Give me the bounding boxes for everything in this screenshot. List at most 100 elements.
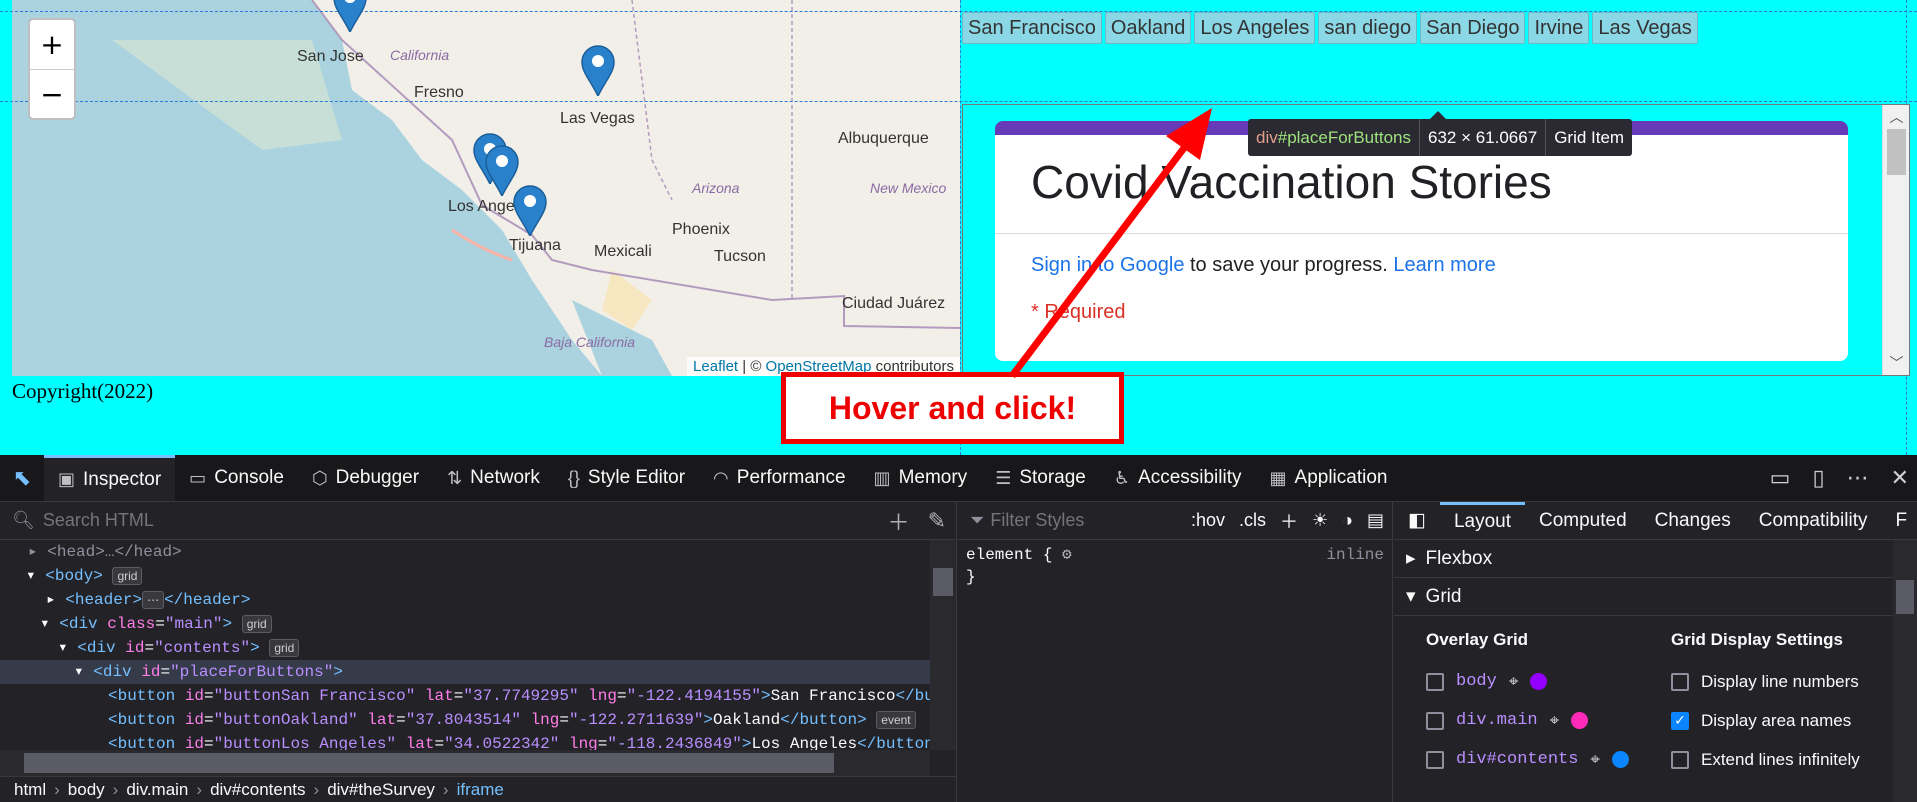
zoom-in-button[interactable]: + (30, 20, 74, 70)
breadcrumb-item[interactable]: div#theSurvey (327, 780, 435, 800)
tree-node-div-main[interactable]: ▾ <div class="main"> grid (0, 612, 930, 636)
sign-in-link[interactable]: Sign in to Google (1031, 254, 1184, 276)
grid-badge[interactable]: grid (241, 615, 272, 633)
map-label-baja-california: Baja California (544, 334, 636, 350)
breadcrumb-item-current[interactable]: iframe (457, 780, 504, 800)
crosshair-icon[interactable]: ⌖ (1590, 750, 1600, 770)
responsive-design-icon[interactable]: ▯ (1812, 465, 1824, 491)
hov-toggle[interactable]: :hov (1191, 510, 1225, 531)
settings-checkbox[interactable] (1671, 750, 1689, 769)
iframe-scrollbar[interactable]: ︿ ﹀ (1882, 105, 1909, 375)
zoom-out-button[interactable]: − (30, 70, 74, 120)
tab-storage[interactable]: ☰ Storage (981, 455, 1100, 501)
tab-console[interactable]: ▭ Console (175, 455, 298, 501)
map-label-ciudad-juarez: Ciudad Juárez (842, 295, 946, 312)
attr-value: 34.0522342 (453, 735, 550, 750)
city-button-irvine[interactable]: Irvine (1528, 12, 1590, 44)
light-scheme-icon[interactable]: ☀ (1312, 510, 1328, 531)
learn-more-link[interactable]: Learn more (1393, 254, 1495, 276)
close-icon[interactable]: ✕ (1891, 465, 1909, 491)
city-button-san-diego[interactable]: San Diego (1420, 12, 1526, 44)
city-button-san-diego-lower[interactable]: san diego (1318, 12, 1418, 44)
breadcrumb-item[interactable]: div#contents (210, 780, 305, 800)
eyedropper-icon[interactable]: ✎ (928, 508, 946, 534)
grid-badge[interactable]: grid (269, 639, 300, 657)
map-marker-icon[interactable] (512, 184, 548, 236)
overlay-checkbox[interactable] (1426, 711, 1444, 730)
leaflet-map[interactable]: + − San Jose California Fresno Las Vegas… (12, 0, 960, 376)
tree-node-head[interactable]: ▸ <head>…</head> (0, 540, 930, 564)
tab-performance[interactable]: ◠ Performance (699, 455, 860, 501)
overlay-label: div.main (1456, 711, 1538, 730)
scroll-thumb[interactable] (24, 753, 834, 773)
markup-hscrollbar[interactable] (0, 750, 930, 776)
crosshair-icon[interactable]: ⌖ (1550, 711, 1560, 731)
element-picker-icon[interactable]: ⬉ (0, 455, 44, 501)
section-flexbox[interactable]: ▸ Flexbox (1394, 540, 1917, 578)
crosshair-icon[interactable]: ⌖ (1509, 672, 1519, 692)
section-grid[interactable]: ▾ Grid (1394, 578, 1917, 616)
grid-badge[interactable]: grid (112, 567, 143, 585)
collapsed-badge[interactable]: ⋯ (142, 591, 165, 609)
print-media-icon[interactable]: ▤ (1367, 510, 1384, 531)
more-options-icon[interactable]: ⋯ (1847, 465, 1869, 491)
cls-toggle[interactable]: .cls (1239, 510, 1266, 531)
sidebar-toggle-icon[interactable]: ◧ (1394, 502, 1440, 539)
attr-value: buttonLos Angeles (223, 735, 387, 750)
tree-node-body[interactable]: ▾ <body> grid (0, 564, 930, 588)
tree-node-header[interactable]: ▸ <header> ⋯ </header> (0, 588, 930, 612)
city-button-san-francisco[interactable]: San Francisco (962, 12, 1102, 44)
color-swatch[interactable] (1612, 751, 1629, 768)
tab-inspector[interactable]: ▣ Inspector (44, 455, 176, 501)
dock-icon[interactable]: ▭ (1770, 465, 1791, 491)
overlay-checkbox[interactable] (1426, 750, 1444, 769)
tab-layout[interactable]: Layout (1439, 502, 1525, 539)
city-button-las-vegas[interactable]: Las Vegas (1592, 12, 1698, 44)
tab-accessibility[interactable]: ♿ Accessibility (1100, 455, 1256, 501)
scroll-thumb[interactable] (1887, 129, 1906, 175)
tab-style-editor[interactable]: {} Style Editor (554, 455, 699, 501)
element-rule[interactable]: element { ⚙ } inline (958, 540, 1392, 592)
markup-vscrollbar[interactable] (930, 540, 956, 750)
tab-memory[interactable]: ▥ Memory (860, 455, 982, 501)
sign-in-text: to save your progress. (1184, 254, 1394, 276)
scroll-down-icon[interactable]: ﹀ (1883, 353, 1909, 373)
tab-label: Network (470, 467, 540, 488)
scroll-thumb[interactable] (1896, 580, 1914, 614)
tab-application[interactable]: ▦ Application (1256, 455, 1402, 501)
breadcrumb-item[interactable]: div.main (126, 780, 188, 800)
tab-compatibility[interactable]: Compatibility (1745, 502, 1882, 539)
city-button-oakland[interactable]: Oakland (1104, 12, 1192, 44)
tree-node-button[interactable]: <button id="buttonSan Francisco" lat="37… (0, 684, 930, 708)
city-button-los-angeles[interactable]: Los Angeles (1194, 12, 1316, 44)
event-badge[interactable]: event (876, 711, 916, 729)
breadcrumb-item[interactable]: body (68, 780, 105, 800)
tree-node-button[interactable]: <button id="buttonLos Angeles" lat="34.0… (0, 732, 930, 750)
add-rule-icon[interactable]: ＋ (1280, 508, 1298, 534)
settings-checkbox[interactable] (1671, 672, 1689, 691)
filter-styles-input[interactable] (990, 510, 1131, 531)
tab-debugger[interactable]: ⬡ Debugger (298, 455, 433, 501)
tree-node-place-for-buttons[interactable]: ▾ <div id="placeForButtons"> (0, 660, 930, 684)
dark-scheme-icon[interactable]: ◑ (1342, 510, 1353, 531)
color-swatch[interactable] (1530, 673, 1548, 690)
map-marker-icon[interactable] (332, 0, 368, 32)
overlay-checkbox[interactable] (1426, 672, 1444, 691)
add-node-icon[interactable]: ＋ (888, 505, 910, 537)
gear-icon[interactable]: ⚙ (1062, 546, 1072, 564)
search-html-input[interactable] (42, 510, 743, 531)
scroll-thumb[interactable] (933, 568, 953, 596)
tab-network[interactable]: ⇅ Network (433, 455, 554, 501)
settings-checkbox-checked[interactable]: ✓ (1671, 711, 1689, 730)
color-swatch[interactable] (1571, 712, 1589, 729)
map-marker-icon[interactable] (580, 44, 616, 96)
scroll-up-icon[interactable]: ︿ (1883, 107, 1909, 127)
tab-computed[interactable]: Computed (1525, 502, 1641, 539)
tab-fonts[interactable]: F (1882, 502, 1917, 539)
tree-node-button[interactable]: <button id="buttonOakland" lat="37.80435… (0, 708, 930, 732)
leaflet-link[interactable]: Leaflet (693, 358, 738, 375)
tree-node-contents[interactable]: ▾ <div id="contents"> grid (0, 636, 930, 660)
layout-scrollbar[interactable] (1893, 540, 1917, 802)
tab-changes[interactable]: Changes (1641, 502, 1745, 539)
breadcrumb-item[interactable]: html (14, 780, 46, 800)
